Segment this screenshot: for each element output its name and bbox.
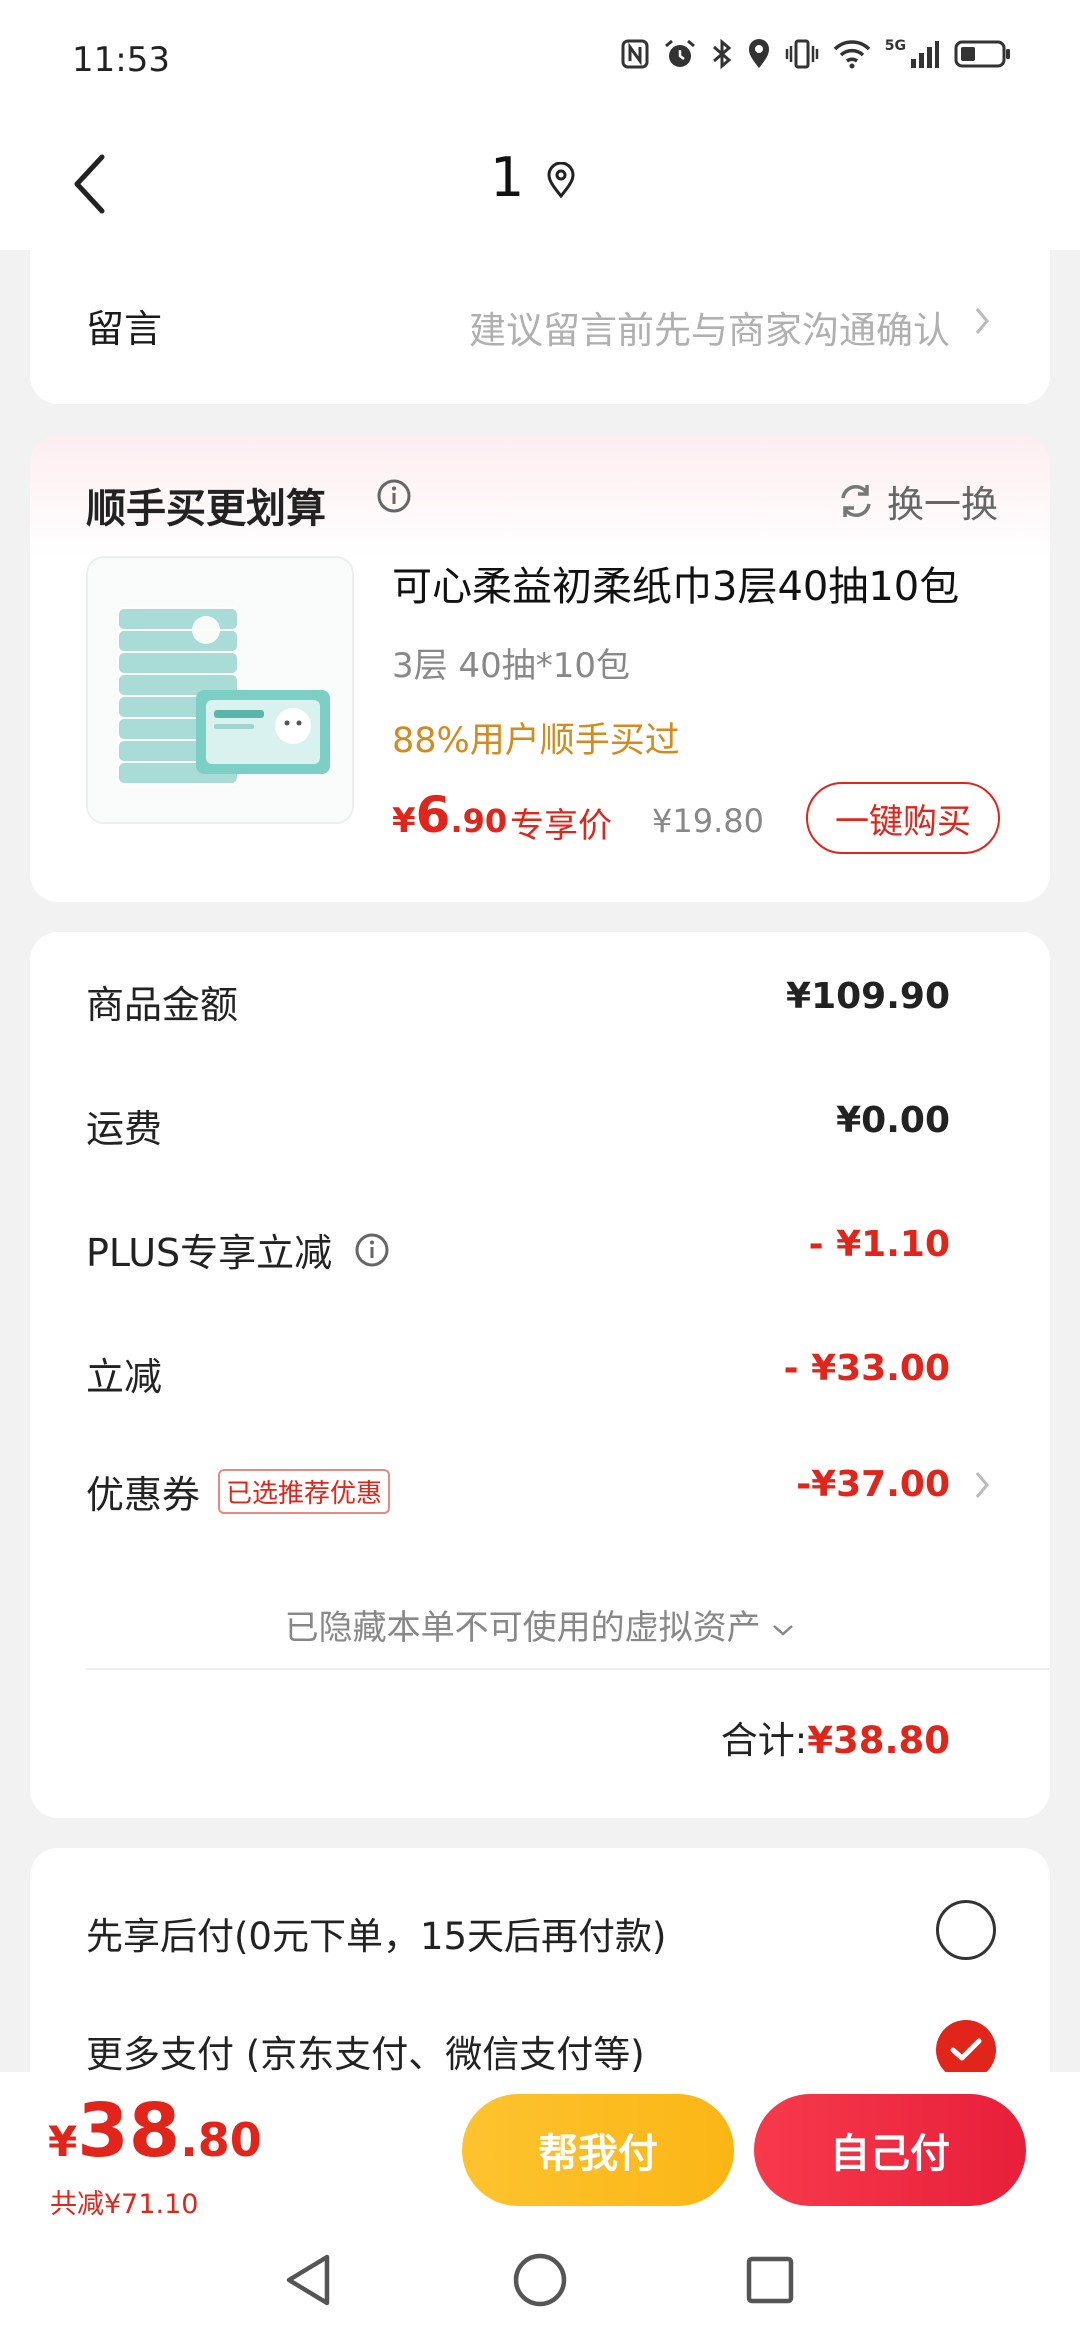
swap-label: 换一换 [887, 483, 998, 526]
bottom-price-decimal: .80 [180, 2113, 262, 2167]
chevron-right-icon [975, 1472, 989, 1498]
product-name[interactable]: 可心柔益初柔纸巾3层40抽10包 [392, 554, 959, 612]
top-nav: 1 [0, 120, 1080, 250]
bottom-action-bar: ¥38.80 共减¥71.10 帮我付 自己付 [0, 2072, 1080, 2220]
summary-value-coupon: -¥37.00 [796, 1464, 950, 1505]
original-price: ¥19.80 [652, 802, 764, 840]
exclusive-price-label: 专享价 [510, 806, 612, 846]
system-nav-bar [0, 2220, 1080, 2340]
tissue-pack-image [117, 607, 330, 785]
alarm-icon [664, 39, 695, 67]
bottom-total-price: ¥38.80 [48, 2088, 262, 2174]
recommend-card: 顺手买更划算 换一换 可心柔益初柔纸巾3层40抽10包 3层 40抽*10包 8… [30, 436, 1050, 902]
chevron-down-icon [773, 1624, 794, 1636]
hidden-assets-toggle[interactable]: 已隐藏本单不可使用的虚拟资产 [30, 1600, 1050, 1649]
status-icons: 5G [621, 38, 1012, 70]
product-spec: 3层 40抽*10包 [392, 646, 630, 686]
back-chevron-icon [74, 154, 105, 214]
address-title[interactable]: 1 [490, 146, 524, 209]
signal-icon [911, 41, 939, 68]
info-icon[interactable] [354, 1232, 390, 1268]
help-me-pay-button[interactable]: 帮我付 [462, 2094, 734, 2206]
nfc-icon [621, 39, 649, 69]
network-label: 5G [884, 38, 906, 54]
pay-option-later-label: 先享后付(0元下单，15天后再付款) [86, 1915, 667, 1958]
summary-value-instant: - ¥33.00 [783, 1348, 950, 1389]
swap-button[interactable]: 换一换 [837, 474, 998, 528]
vibrate-icon [785, 39, 819, 69]
pay-option-more-radio[interactable] [936, 2020, 996, 2080]
system-home-button[interactable] [508, 2248, 572, 2312]
summary-value-shipping: ¥0.00 [836, 1100, 950, 1141]
triangle-back-icon [286, 2254, 330, 2306]
wifi-icon [833, 40, 871, 69]
pay-myself-button[interactable]: 自己付 [754, 2094, 1026, 2206]
info-icon[interactable] [376, 478, 412, 514]
battery-icon [954, 40, 1010, 68]
pay-option-later-radio[interactable] [936, 1900, 996, 1960]
summary-label-coupon: 优惠券 已选推荐优惠 [86, 1464, 391, 1519]
total-value: ¥38.80 [807, 1719, 950, 1762]
summary-label-instant: 立减 [86, 1355, 163, 1399]
message-row[interactable]: 留言 建议留言前先与商家沟通确认 [30, 250, 1050, 404]
price-decimal: .90 [450, 802, 508, 840]
coupon-label: 优惠券 [86, 1473, 201, 1517]
total-label: 合计: [720, 1719, 808, 1762]
summary-label-goods: 商品金额 [86, 983, 239, 1027]
system-recents-button[interactable] [738, 2248, 802, 2312]
status-bar: 11:53 5G [0, 0, 1080, 120]
price-currency: ¥ [392, 801, 416, 841]
summary-label-plus: PLUS专享立减 [86, 1222, 390, 1277]
product-image[interactable] [86, 556, 354, 824]
product-promo: 88%用户顺手买过 [392, 721, 680, 761]
bottom-price-currency: ¥ [48, 2117, 78, 2166]
back-button[interactable] [54, 144, 124, 224]
bottom-price-integer: 38 [77, 2088, 181, 2174]
bluetooth-icon [712, 38, 732, 70]
summary-value-goods: ¥109.90 [786, 976, 950, 1017]
pay-option-more-label: 更多支付 (京东支付、微信支付等) [86, 2033, 645, 2076]
refresh-icon [841, 485, 871, 517]
status-time: 11:53 [72, 40, 170, 80]
coupon-tag: 已选推荐优惠 [218, 1469, 391, 1514]
location-pin-icon[interactable] [546, 162, 576, 198]
product-price: ¥6.90 [392, 786, 507, 844]
square-recents-icon [746, 2256, 794, 2304]
hidden-assets-text: 已隐藏本单不可使用的虚拟资产 [284, 1608, 761, 1648]
message-label: 留言 [86, 307, 163, 351]
summary-divider [86, 1668, 1050, 1670]
recommend-title: 顺手买更划算 [86, 486, 326, 532]
checkmark-icon [950, 2038, 982, 2061]
order-summary-card: 商品金额 ¥109.90 运费 ¥0.00 PLUS专享立减 - ¥1.10 立… [30, 932, 1050, 1818]
system-back-button[interactable] [276, 2248, 340, 2312]
total-saved: 共减¥71.10 [50, 2189, 199, 2220]
message-hint: 建议留言前先与商家沟通确认 [469, 309, 950, 352]
one-click-buy-button[interactable]: 一键购买 [806, 782, 1000, 854]
price-integer: 6 [415, 786, 451, 844]
total-row: 合计:¥38.80 [721, 1710, 950, 1764]
summary-label-shipping: 运费 [86, 1107, 163, 1151]
summary-value-plus: - ¥1.10 [808, 1224, 950, 1265]
plus-discount-label: PLUS专享立减 [86, 1231, 333, 1275]
location-icon [748, 39, 769, 68]
circle-home-icon [513, 2253, 567, 2307]
chevron-right-icon [975, 308, 989, 334]
